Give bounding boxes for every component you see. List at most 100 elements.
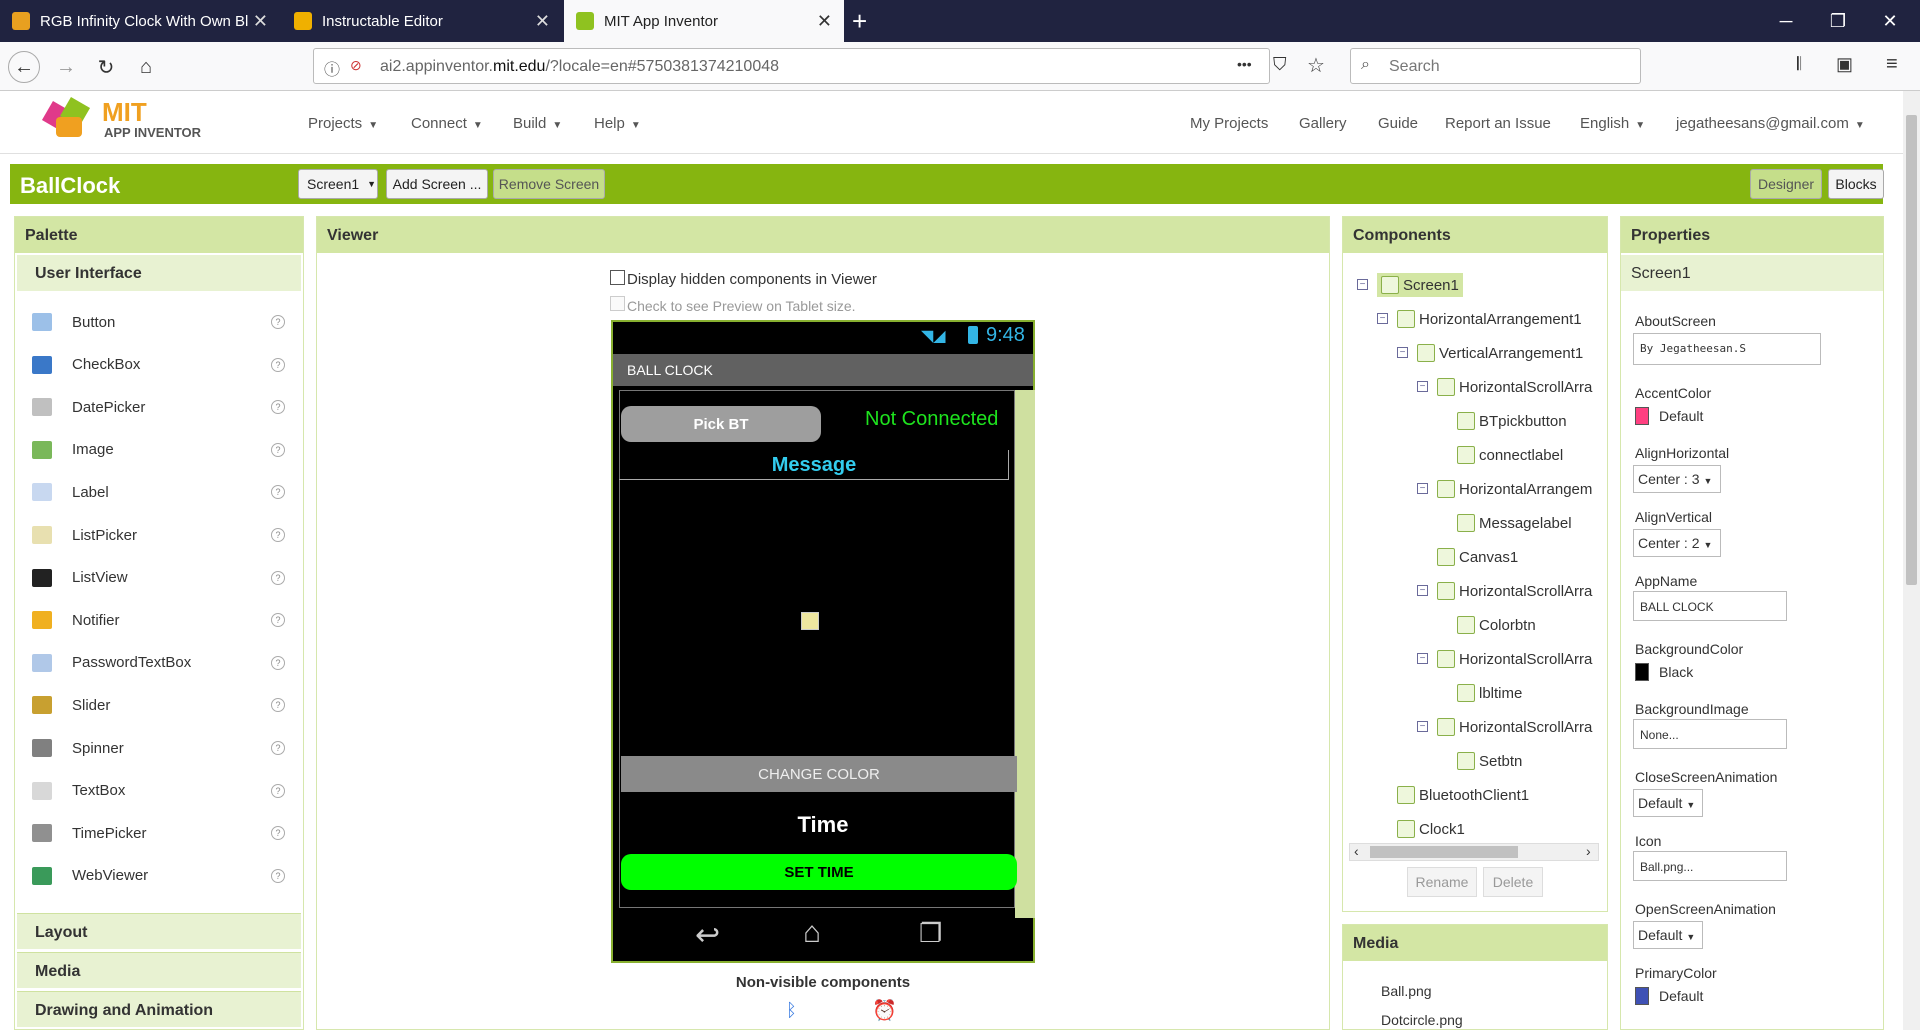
help-icon[interactable]: ? (271, 868, 285, 883)
close-tab-icon[interactable]: ✕ (817, 11, 832, 32)
rename-button[interactable]: Rename (1407, 867, 1477, 897)
palette-section-user-interface[interactable]: User Interface (17, 255, 301, 291)
bookmark-star-icon[interactable]: ☆ (1307, 53, 1325, 78)
tab-mit-app-inventor[interactable]: MIT App Inventor ✕ (564, 0, 844, 42)
tree-node[interactable]: HorizontalScrollArra (1437, 715, 1592, 739)
tree-node[interactable]: HorizontalScrollArra (1437, 579, 1592, 603)
tree-node[interactable]: HorizontalArrangem (1437, 477, 1592, 501)
change-color-button[interactable]: CHANGE COLOR (621, 756, 1017, 792)
about-screen-textarea[interactable]: By Jegatheesan.S (1633, 333, 1821, 365)
clock-icon[interactable]: ⏰ (872, 998, 897, 1023)
app-inventor-logo[interactable] (41, 96, 96, 141)
link-report-issue[interactable]: Report an Issue (1445, 115, 1551, 132)
home-nav-icon[interactable]: ⌂ (803, 916, 821, 950)
insecure-lock-icon[interactable]: ⊘ (350, 57, 362, 74)
back-nav-icon[interactable]: ↩ (695, 918, 720, 953)
designer-button[interactable]: Designer (1750, 169, 1822, 199)
set-time-button[interactable]: SET TIME (621, 854, 1017, 890)
app-name-input[interactable]: BALL CLOCK (1633, 591, 1787, 621)
help-icon[interactable]: ? (271, 442, 285, 457)
tree-collapse-icon[interactable]: − (1397, 347, 1408, 358)
link-guide[interactable]: Guide (1378, 115, 1418, 132)
url-text[interactable]: ai2.appinventor.mit.edu/?locale=en#57503… (380, 58, 779, 76)
palette-item-passwordtextbox[interactable]: PasswordTextBox? (15, 642, 303, 684)
page-actions-icon[interactable]: ••• (1237, 56, 1252, 72)
sidebar-icon[interactable]: ▣ (1836, 54, 1853, 75)
close-tab-icon[interactable]: ✕ (253, 11, 268, 32)
palette-section-drawing[interactable]: Drawing and Animation (17, 991, 301, 1027)
reload-icon[interactable]: ↻ (90, 51, 122, 83)
library-icon[interactable]: 𝄃 (1797, 54, 1801, 75)
help-icon[interactable]: ? (271, 655, 285, 670)
help-icon[interactable]: ? (271, 315, 285, 329)
pick-bt-button[interactable]: Pick BT (621, 406, 821, 442)
menu-language[interactable]: English ▼ (1580, 115, 1645, 132)
tree-collapse-icon[interactable]: − (1417, 483, 1428, 494)
primary-color-picker[interactable]: Default (1635, 987, 1703, 1005)
scroll-right-icon[interactable]: › (1586, 843, 1591, 859)
help-icon[interactable]: ? (271, 485, 285, 500)
tree-node[interactable]: HorizontalScrollArra (1437, 647, 1592, 671)
tree-node[interactable]: connectlabel (1457, 443, 1563, 467)
tab-instructable-editor[interactable]: Instructable Editor ✕ (282, 0, 562, 42)
tree-horizontal-scrollbar[interactable]: ‹ › (1349, 843, 1599, 861)
canvas-icon[interactable] (801, 612, 819, 630)
open-animation-dropdown[interactable]: Default ▼ (1633, 921, 1703, 949)
bluetooth-icon[interactable]: ᛒ (786, 1000, 797, 1021)
minimize-icon[interactable]: ─ (1760, 0, 1812, 42)
scroll-left-icon[interactable]: ‹ (1354, 843, 1359, 859)
tree-node[interactable]: Colorbtn (1457, 613, 1536, 637)
page-scrollbar[interactable] (1903, 91, 1920, 1030)
restore-icon[interactable]: ❐ (1812, 0, 1864, 42)
tree-node[interactable]: Clock1 (1397, 817, 1465, 841)
tree-node[interactable]: Messagelabel (1457, 511, 1572, 535)
tablet-preview-checkbox[interactable] (610, 296, 625, 311)
palette-item-listview[interactable]: ListView? (15, 557, 303, 599)
menu-help[interactable]: Help ▼ (594, 115, 641, 132)
icon-input[interactable]: Ball.png... (1633, 851, 1787, 881)
tree-node[interactable]: BluetoothClient1 (1397, 783, 1529, 807)
help-icon[interactable]: ? (271, 400, 285, 415)
media-file[interactable]: Dotcircle.png (1381, 1012, 1463, 1028)
align-vertical-dropdown[interactable]: Center : 2 ▼ (1633, 529, 1721, 557)
url-bar[interactable]: ⓘ ⊘ ai2.appinventor.mit.edu/?locale=en#5… (313, 48, 1270, 84)
help-icon[interactable]: ? (271, 613, 285, 628)
tree-node[interactable]: VerticalArrangement1 (1417, 341, 1583, 365)
palette-item-webviewer[interactable]: WebViewer? (15, 855, 303, 897)
link-my-projects[interactable]: My Projects (1190, 115, 1268, 132)
close-window-icon[interactable]: ✕ (1864, 0, 1916, 42)
tree-collapse-icon[interactable]: − (1417, 653, 1428, 664)
palette-item-button[interactable]: Button? (15, 301, 303, 343)
help-icon[interactable]: ? (271, 741, 285, 755)
media-file[interactable]: Ball.png (1381, 983, 1432, 999)
help-icon[interactable]: ? (271, 357, 285, 372)
palette-item-slider[interactable]: Slider? (15, 684, 303, 726)
add-screen-button[interactable]: Add Screen ... (386, 169, 488, 199)
palette-item-label[interactable]: Label? (15, 471, 303, 513)
palette-item-listpicker[interactable]: ListPicker? (15, 514, 303, 556)
viewer-scrollbar[interactable] (1015, 390, 1035, 918)
help-icon[interactable]: ? (271, 528, 285, 542)
screen-select[interactable]: Screen1 ▼ (298, 169, 378, 199)
palette-item-checkbox[interactable]: CheckBox? (15, 344, 303, 386)
menu-projects[interactable]: Projects ▼ (308, 115, 378, 132)
forward-icon[interactable]: → (50, 51, 82, 83)
tree-collapse-icon[interactable]: − (1357, 279, 1368, 290)
delete-button[interactable]: Delete (1483, 867, 1543, 897)
link-gallery[interactable]: Gallery (1299, 115, 1347, 132)
align-horizontal-dropdown[interactable]: Center : 3 ▼ (1633, 465, 1721, 493)
accent-color-picker[interactable]: Default (1635, 407, 1703, 425)
background-image-input[interactable]: None... (1633, 719, 1787, 749)
blocks-button[interactable]: Blocks (1828, 169, 1884, 199)
tree-collapse-icon[interactable]: − (1417, 585, 1428, 596)
info-icon[interactable]: ⓘ (324, 56, 340, 80)
tree-collapse-icon[interactable]: − (1417, 721, 1428, 732)
new-tab-icon[interactable]: + (852, 6, 867, 37)
menu-build[interactable]: Build ▼ (513, 115, 562, 132)
close-animation-dropdown[interactable]: Default ▼ (1633, 789, 1703, 817)
tree-node[interactable]: Canvas1 (1437, 545, 1518, 569)
palette-item-image[interactable]: Image? (15, 429, 303, 471)
hidden-components-checkbox[interactable] (610, 270, 625, 285)
palette-section-media[interactable]: Media (17, 952, 301, 988)
hamburger-menu-icon[interactable]: ≡ (1886, 53, 1898, 76)
